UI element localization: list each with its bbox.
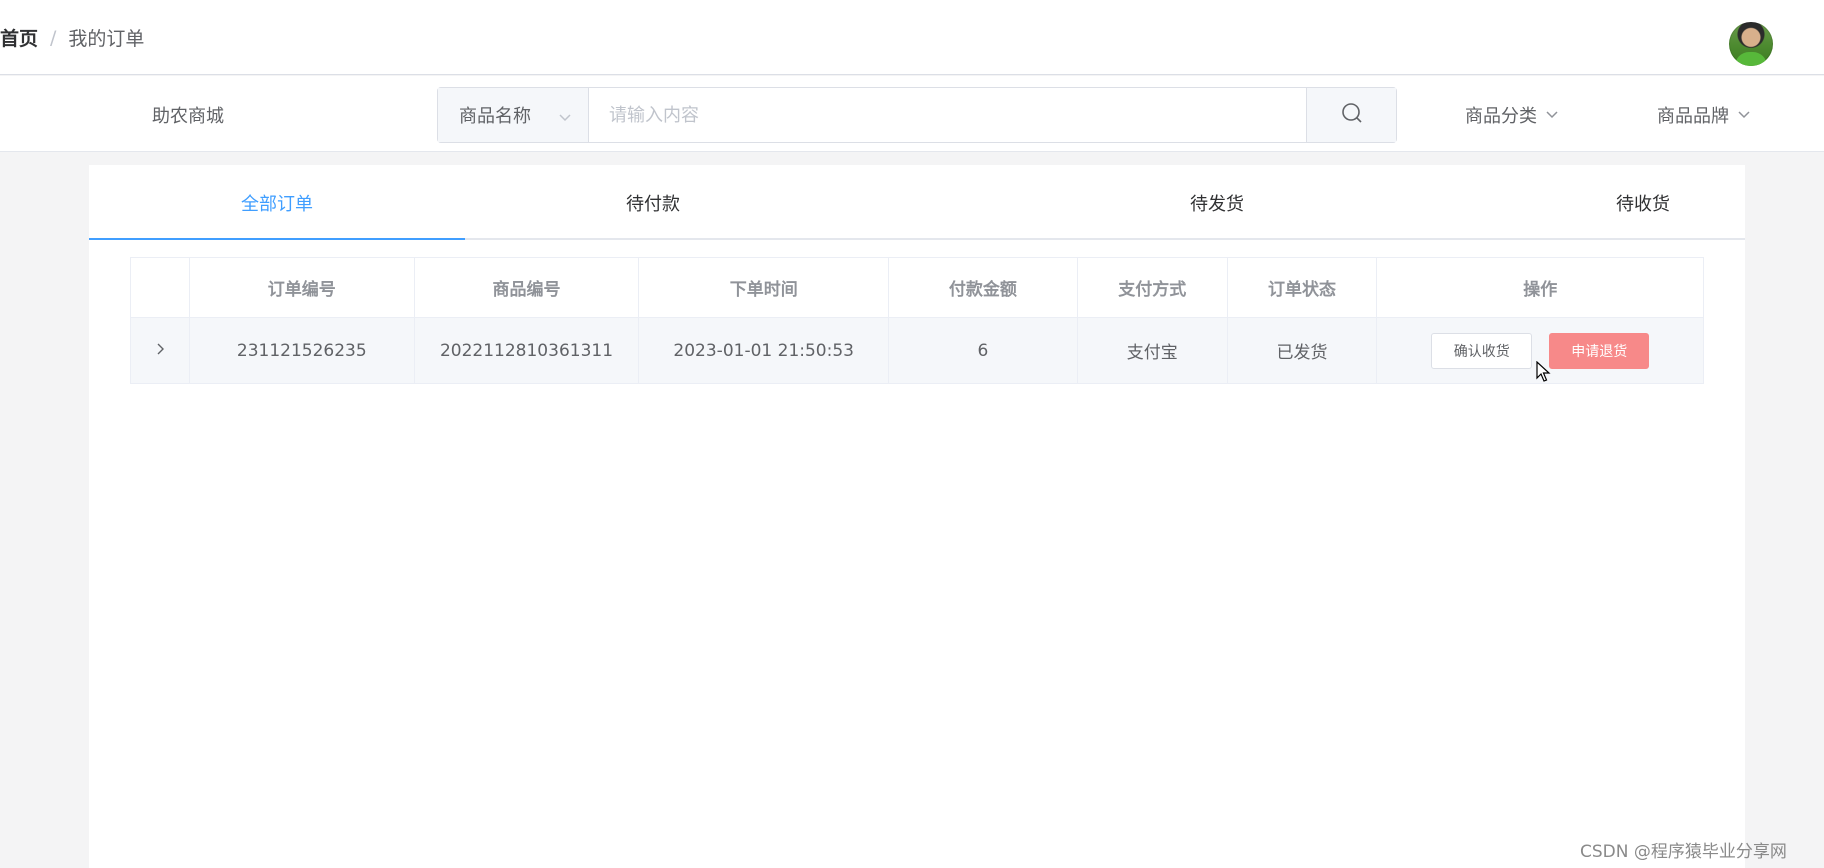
search-icon — [1340, 101, 1364, 129]
mouse-cursor-icon — [1536, 360, 1552, 383]
header-expand — [131, 258, 190, 317]
breadcrumb-separator: / — [50, 26, 57, 49]
search-button[interactable] — [1306, 88, 1396, 142]
cell-status: 已发货 — [1228, 318, 1378, 383]
cell-amount: 6 — [889, 318, 1078, 383]
brand-name[interactable]: 助农商城 — [152, 102, 224, 128]
chevron-down-icon — [1737, 105, 1751, 126]
table-row: 231121526235 2022112810361311 2023-01-01… — [131, 318, 1703, 383]
header-order-time: 下单时间 — [639, 258, 890, 317]
confirm-receipt-button[interactable]: 确认收货 — [1431, 332, 1533, 369]
cell-pay-method: 支付宝 — [1078, 318, 1228, 383]
breadcrumb-home[interactable]: 首页 — [0, 24, 38, 51]
brand-dropdown-label: 商品品牌 — [1657, 106, 1729, 127]
search-type-select[interactable]: 商品名称 — [438, 88, 589, 142]
nav-bar: 助农商城 商品名称 商品分类 商品品牌 — [0, 76, 1824, 152]
header-actions: 操作 — [1523, 280, 1558, 300]
tab-pending-payment[interactable]: 待付款 — [465, 165, 841, 240]
top-bar: 首页 / 我的订单 — [0, 0, 1824, 75]
category-dropdown-label: 商品分类 — [1465, 106, 1537, 127]
cell-product-no: 2022112810361311 — [415, 318, 640, 383]
row-expand-toggle[interactable] — [131, 318, 190, 383]
avatar[interactable] — [1729, 22, 1773, 66]
header-status: 订单状态 — [1228, 258, 1378, 317]
request-return-button[interactable]: 申请退货 — [1549, 332, 1650, 369]
header-order-no: 订单编号 — [190, 258, 415, 317]
cell-order-time: 2023-01-01 21:50:53 — [639, 318, 890, 383]
tab-pending-receipt[interactable]: 待收货 — [1533, 165, 1753, 240]
table-header: 订单编号 商品编号 下单时间 付款金额 支付方式 订单状态 操作 — [131, 258, 1703, 318]
tab-all-orders[interactable]: 全部订单 — [89, 165, 465, 240]
header-product-no: 商品编号 — [415, 258, 640, 317]
cell-order-no: 231121526235 — [190, 318, 415, 383]
breadcrumb-current: 我的订单 — [68, 28, 145, 50]
search-type-value: 商品名称 — [459, 106, 531, 127]
search-box: 商品名称 — [437, 87, 1397, 143]
active-tab-indicator — [89, 238, 465, 240]
search-input[interactable] — [589, 88, 1306, 142]
header-amount: 付款金额 — [889, 258, 1078, 317]
tab-pending-shipment[interactable]: 待发货 — [1107, 165, 1327, 240]
watermark: CSDN @程序猿毕业分享网 — [1580, 842, 1787, 862]
orders-table: 订单编号 商品编号 下单时间 付款金额 支付方式 订单状态 操作 2311215… — [130, 257, 1704, 384]
orders-card: 全部订单 待付款 待发货 待收货 订单编号 商品编号 下单时间 付款金额 支付方… — [89, 165, 1745, 868]
brand-dropdown[interactable]: 商品品牌 — [1657, 102, 1751, 128]
header-pay-method: 支付方式 — [1078, 258, 1228, 317]
breadcrumb: 首页 / 我的订单 — [0, 24, 144, 51]
chevron-right-icon — [154, 341, 166, 361]
chevron-down-icon — [1545, 105, 1559, 126]
order-tabs: 全部订单 待付款 待发货 待收货 — [89, 165, 1745, 240]
chevron-down-icon — [558, 108, 572, 129]
category-dropdown[interactable]: 商品分类 — [1465, 102, 1559, 128]
